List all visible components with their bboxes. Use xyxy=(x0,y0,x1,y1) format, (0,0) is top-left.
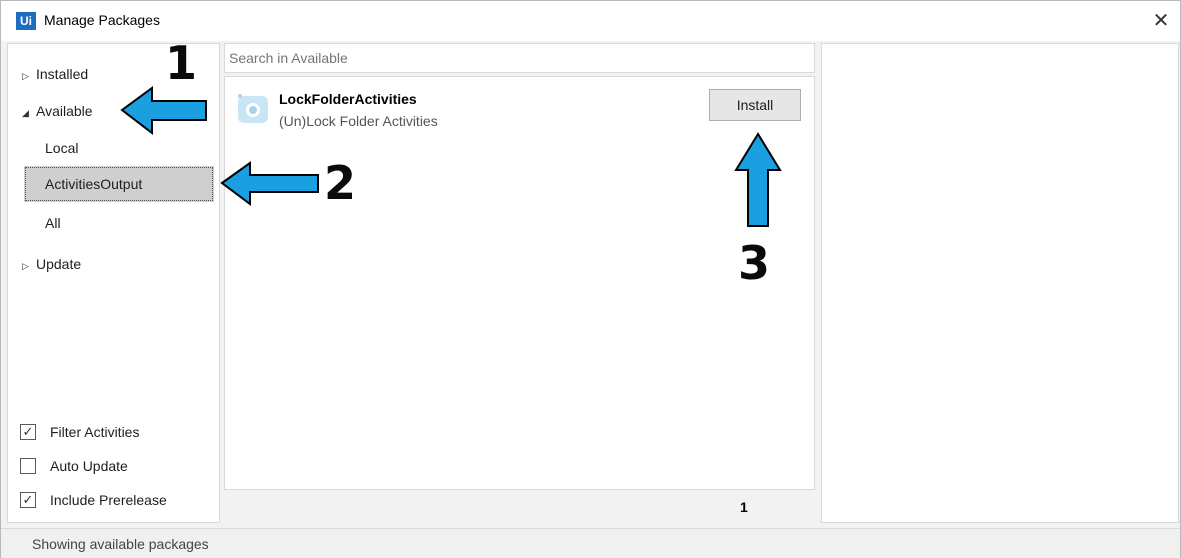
annotation-arrow-1-icon xyxy=(120,86,207,136)
annotation-arrow-2-icon xyxy=(220,161,319,206)
annotation-number-2: 2 xyxy=(324,156,357,210)
annotation-arrow-3-icon xyxy=(734,132,782,227)
annotation-number-3: 3 xyxy=(738,236,771,290)
annotation-number-1: 1 xyxy=(165,36,198,90)
